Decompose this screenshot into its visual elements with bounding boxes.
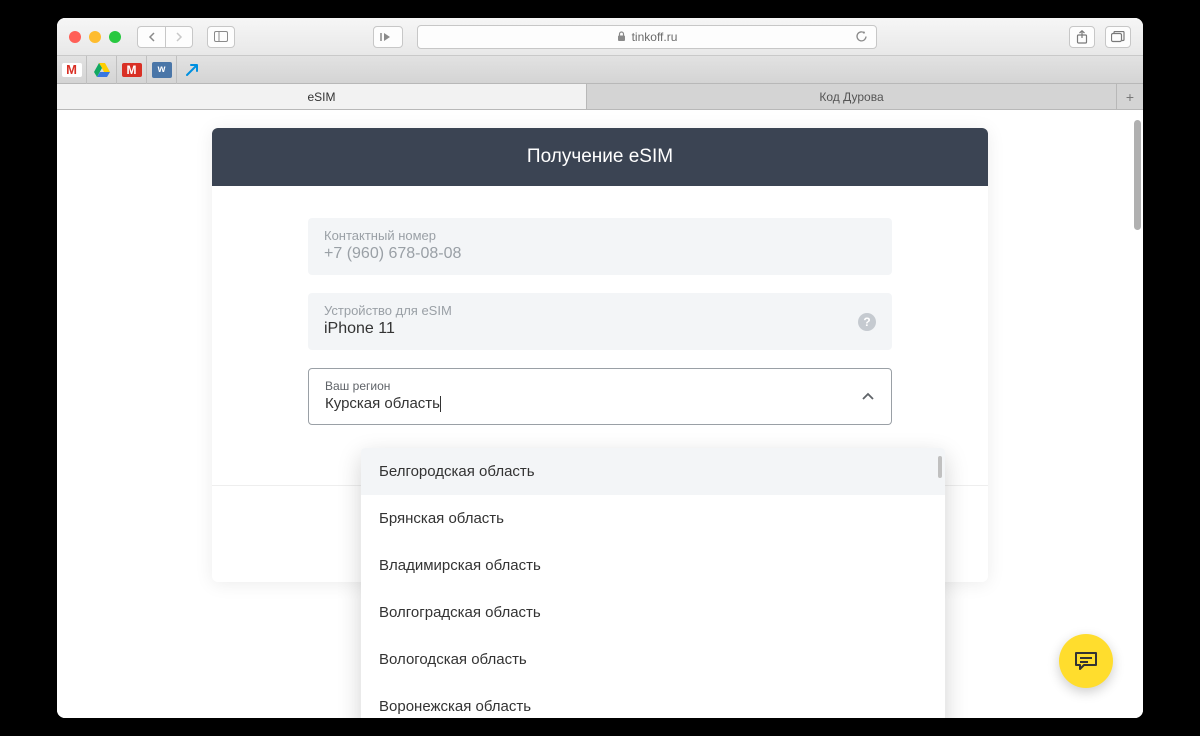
region-value: Курская область — [325, 395, 440, 412]
card-header: Получение eSIM — [212, 128, 988, 186]
tab-kod-durova[interactable]: Код Дурова — [587, 84, 1117, 109]
lock-icon — [617, 31, 626, 42]
favorite-arrow[interactable] — [177, 56, 207, 84]
page-scrollbar[interactable] — [1134, 120, 1141, 230]
forward-button[interactable] — [165, 26, 193, 48]
dropdown-item[interactable]: Волгоградская область — [361, 589, 945, 636]
contact-field[interactable]: Контактный номер +7 (960) 678-08-08 — [308, 218, 892, 275]
favorites-bar: M M w — [57, 56, 1143, 84]
dropdown-scrollbar[interactable] — [938, 456, 942, 478]
region-field[interactable]: Ваш регион Курская область — [308, 368, 892, 425]
close-window-button[interactable] — [69, 31, 81, 43]
tab-bar: eSIM Код Дурова + — [57, 84, 1143, 110]
reader-button[interactable] — [373, 26, 403, 48]
refresh-icon[interactable] — [855, 30, 868, 43]
contact-label: Контактный номер — [324, 228, 876, 243]
browser-window: tinkoff.ru M M w — [57, 18, 1143, 718]
favorite-drive[interactable] — [87, 56, 117, 84]
tabs-overview-button[interactable] — [1105, 26, 1131, 48]
dropdown-item[interactable]: Владимирская область — [361, 542, 945, 589]
dropdown-item[interactable]: Воронежская область — [361, 683, 945, 718]
contact-value: +7 (960) 678-08-08 — [324, 245, 876, 263]
card-body: Контактный номер +7 (960) 678-08-08 Устр… — [212, 186, 988, 485]
device-label: Устройство для eSIM — [324, 303, 876, 318]
maximize-window-button[interactable] — [109, 31, 121, 43]
chat-icon — [1074, 651, 1098, 671]
dropdown-item[interactable]: Вологодская область — [361, 636, 945, 683]
titlebar: tinkoff.ru — [57, 18, 1143, 56]
help-icon[interactable]: ? — [858, 313, 876, 331]
favorite-gmail-2[interactable]: M — [117, 56, 147, 84]
chevron-up-icon[interactable] — [861, 392, 875, 402]
url-text: tinkoff.ru — [632, 30, 678, 44]
window-controls — [69, 31, 121, 43]
text-cursor — [440, 396, 441, 412]
chat-button[interactable] — [1059, 634, 1113, 688]
titlebar-right — [1069, 26, 1131, 48]
new-tab-button[interactable]: + — [1117, 84, 1143, 109]
favorite-gmail[interactable]: M — [57, 56, 87, 84]
page-content: Получение eSIM Контактный номер +7 (960)… — [57, 110, 1143, 718]
device-field[interactable]: Устройство для eSIM iPhone 11 ? — [308, 293, 892, 350]
dropdown-item[interactable]: Белгородская область — [361, 448, 945, 495]
tab-esim[interactable]: eSIM — [57, 84, 587, 109]
region-dropdown: Белгородская область Брянская область Вл… — [361, 448, 945, 718]
dropdown-item[interactable]: Брянская область — [361, 495, 945, 542]
url-bar[interactable]: tinkoff.ru — [417, 25, 877, 49]
back-button[interactable] — [137, 26, 165, 48]
tab-label: eSIM — [307, 90, 335, 104]
region-label: Ваш регион — [325, 379, 875, 393]
sidebar-toggle-button[interactable] — [207, 26, 235, 48]
share-button[interactable] — [1069, 26, 1095, 48]
favorite-vk[interactable]: w — [147, 56, 177, 84]
device-value: iPhone 11 — [324, 320, 876, 338]
tab-label: Код Дурова — [819, 90, 883, 104]
minimize-window-button[interactable] — [89, 31, 101, 43]
nav-group — [137, 26, 193, 48]
